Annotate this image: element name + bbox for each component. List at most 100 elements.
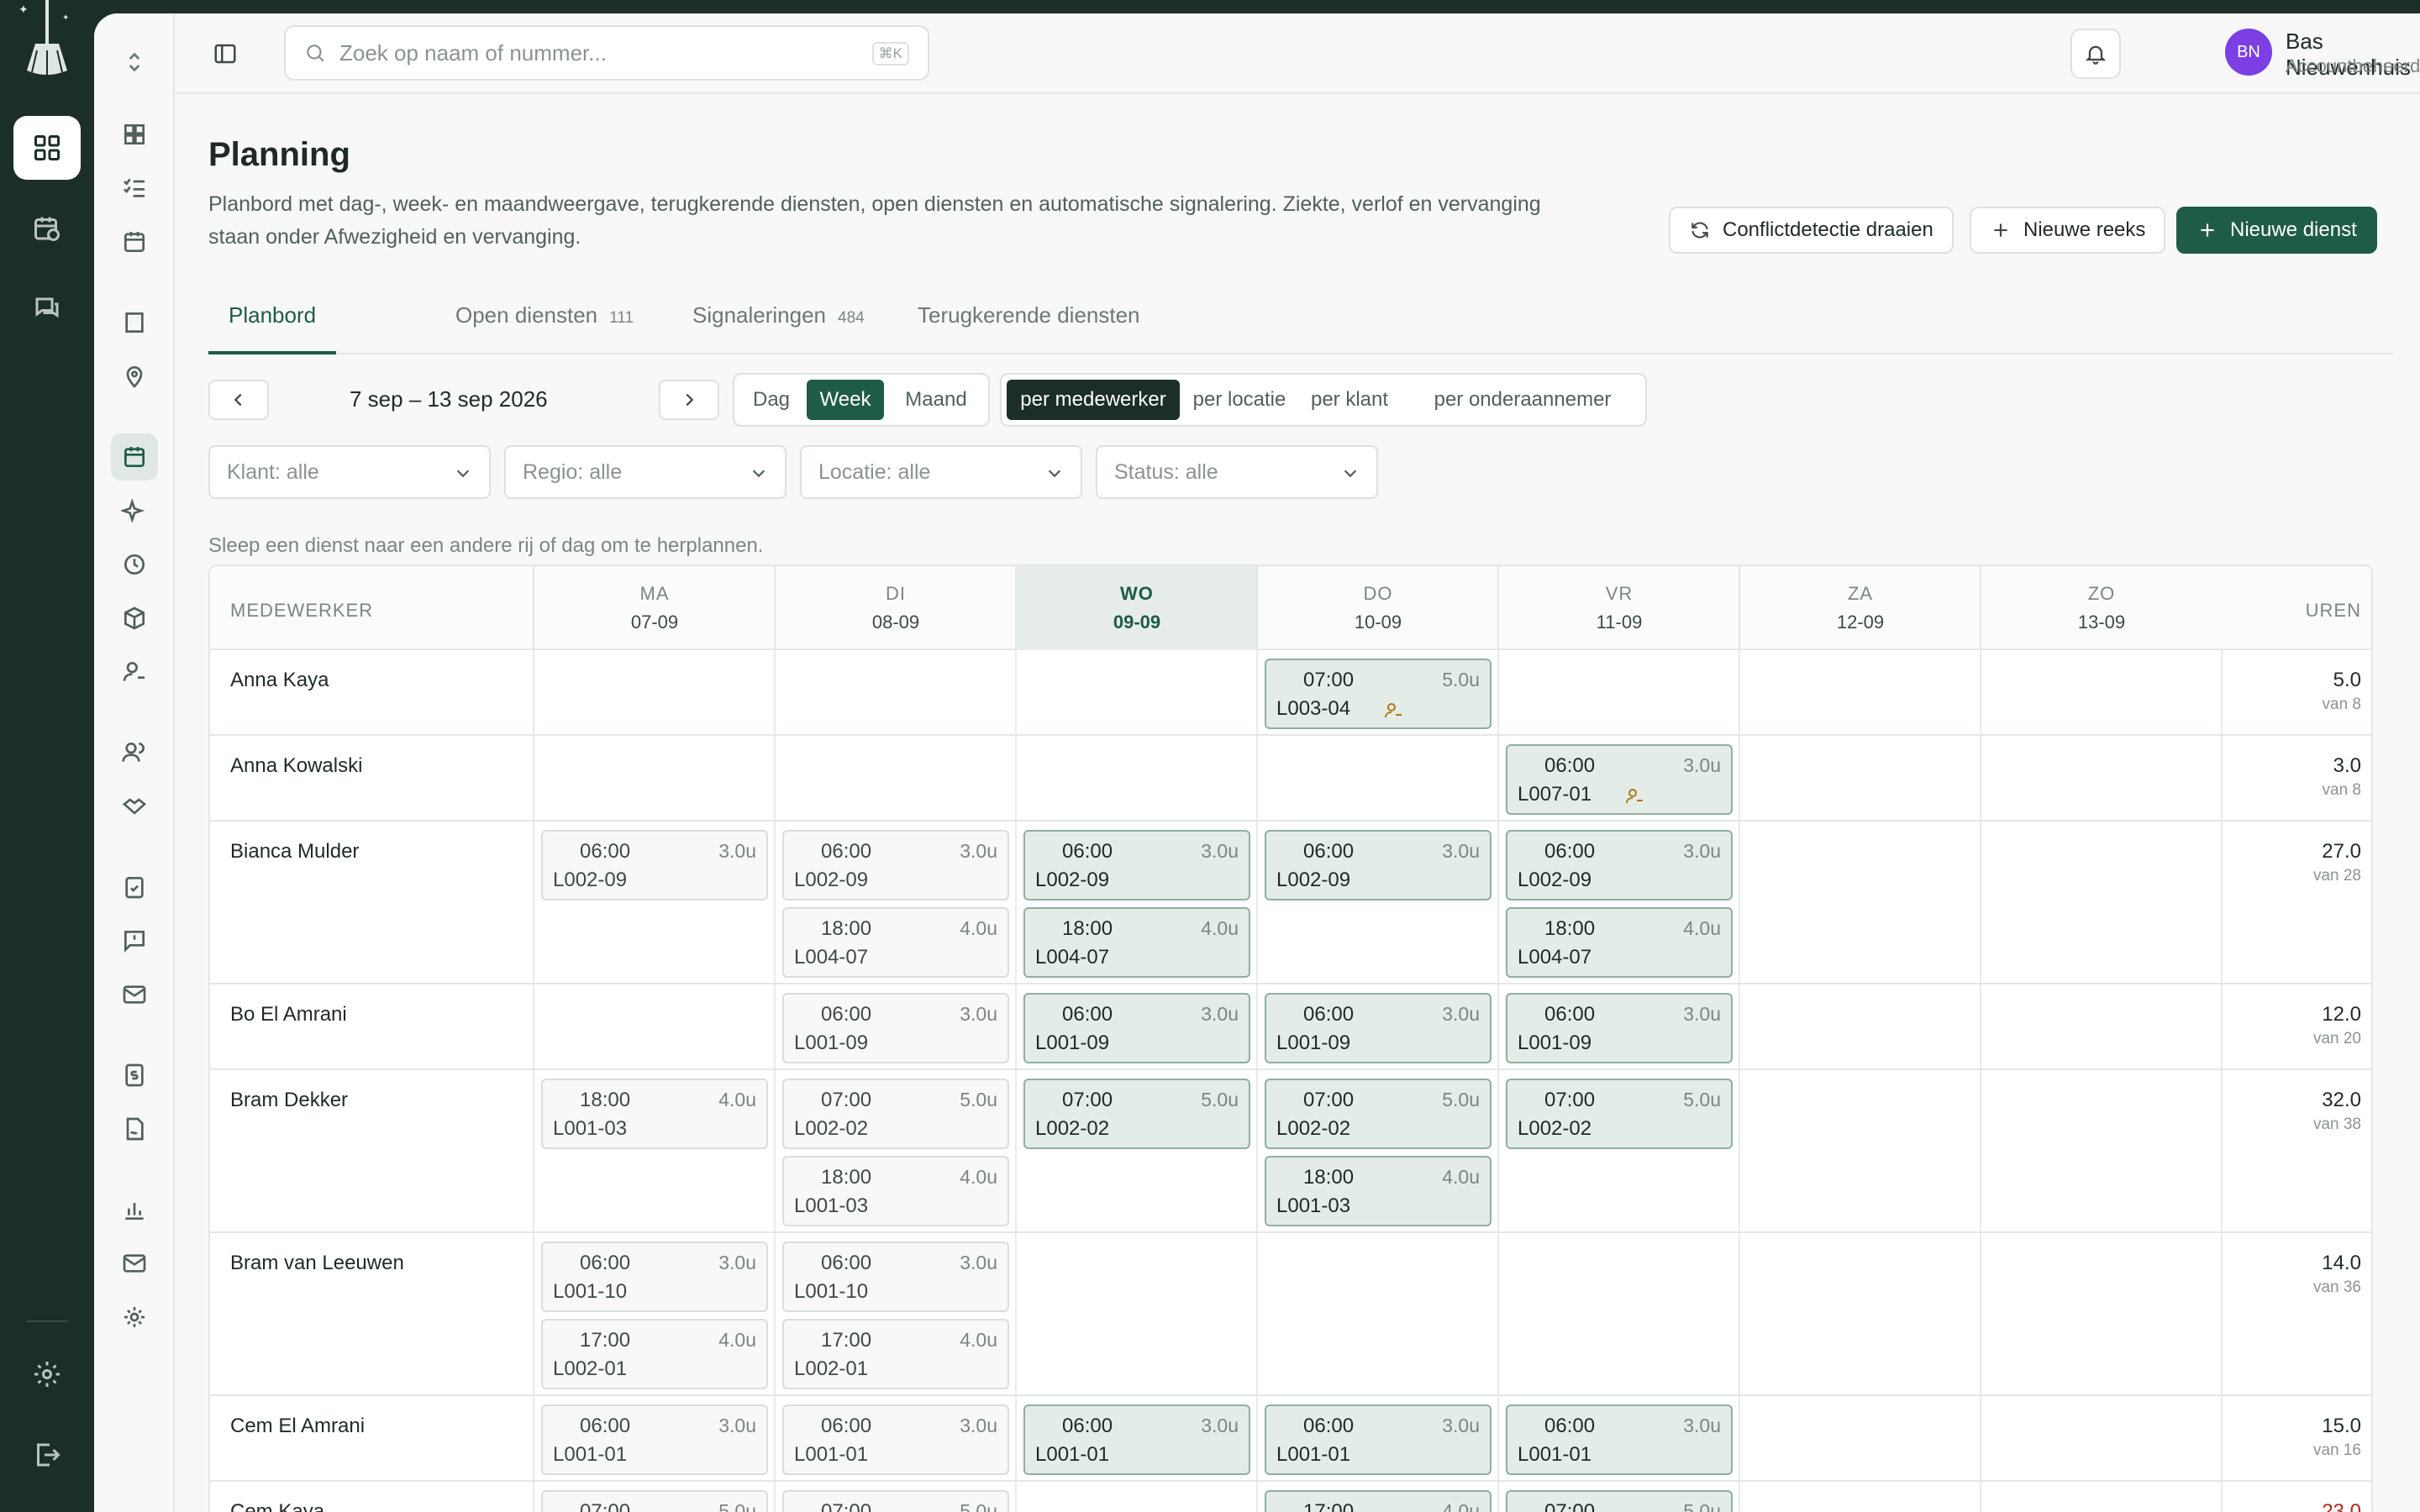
column-divider [1739,1482,1740,1512]
shift-block[interactable]: 06:00 3.0u L001-01 [541,1404,768,1475]
employee-name[interactable]: Cem El Amrani [230,1415,365,1438]
shift-block[interactable]: 18:00 4.0u L001-03 [782,1156,1009,1226]
page-title: Planning [208,136,350,173]
shift-block[interactable]: 06:00 3.0u L001-01 [1265,1404,1491,1475]
employee-name[interactable]: Bianca Mulder [230,840,359,864]
new-shift-button[interactable]: Nieuwe dienst [2176,207,2377,254]
view-month[interactable]: Maand [889,380,983,420]
hours-contract: van 20 [2312,1030,2361,1047]
shift-block[interactable]: 06:00 3.0u L002-09 [1506,830,1733,900]
tab-planbord[interactable]: Planbord [208,302,337,354]
next-week-button[interactable] [659,380,719,420]
nav-mail[interactable] [111,1240,158,1287]
nav-contracts[interactable] [111,1105,158,1152]
tab-recurring[interactable]: Terugkerende diensten [918,302,1140,354]
rail-messages-button[interactable] [13,277,81,341]
filter-status[interactable]: Status: alle [1096,445,1378,499]
shift-block[interactable]: 07:00 5.0u L002-02 [1023,1079,1250,1149]
nav-planning[interactable] [111,433,158,480]
shift-block[interactable]: 18:00 4.0u L001-03 [541,1079,768,1149]
shift-block[interactable]: 17:00 4.0u [1265,1490,1491,1512]
view-day[interactable]: Dag [739,380,803,420]
rail-settings-button[interactable] [13,1342,81,1406]
expand-toggle[interactable] [111,39,158,86]
group-employee[interactable]: per medewerker [1007,380,1180,420]
shift-block[interactable]: 07:00 5.0u L002-02 [1265,1079,1491,1149]
day-name: MA [639,583,670,604]
shift-block[interactable]: 07:00 5.0u L002-02 [782,1079,1009,1149]
nav-supplies[interactable] [111,595,158,642]
employee-name[interactable]: Anna Kowalski [230,754,362,778]
shift-block[interactable]: 06:00 3.0u L001-01 [1023,1404,1250,1475]
shift-block[interactable]: 06:00 3.0u L001-01 [1506,1404,1733,1475]
shift-block[interactable]: 06:00 3.0u L001-10 [782,1242,1009,1312]
shift-block[interactable]: 07:00 5.0u [541,1490,768,1512]
shift-block[interactable]: 18:00 4.0u L004-07 [1506,907,1733,978]
shift-block[interactable]: 17:00 4.0u L002-01 [541,1319,768,1389]
employee-name[interactable]: Cem Kaya [230,1500,324,1512]
nav-absence[interactable] [111,648,158,696]
nav-buildings[interactable] [111,299,158,346]
shift-block[interactable]: 18:00 4.0u L004-07 [782,907,1009,978]
shift-block[interactable]: 06:00 3.0u L002-09 [782,830,1009,900]
filter-location[interactable]: Locatie: alle [800,445,1082,499]
employee-name[interactable]: Bo El Amrani [230,1003,347,1026]
shift-block[interactable]: 06:00 3.0u L001-09 [1265,993,1491,1063]
nav-checklists[interactable] [111,864,158,911]
nav-reports[interactable] [111,1186,158,1233]
rail-schedule-button[interactable] [13,197,81,260]
shift-block[interactable]: 07:00 5.0u [1506,1490,1733,1512]
employee-name[interactable]: Bram Dekker [230,1089,348,1112]
nav-employees[interactable] [111,729,158,776]
shift-block[interactable]: 06:00 3.0u L001-09 [1506,993,1733,1063]
shift-block[interactable]: 17:00 4.0u L002-01 [782,1319,1009,1389]
nav-tasks[interactable] [111,165,158,212]
nav-invoices[interactable] [111,1052,158,1099]
search-input[interactable]: Zoek op naam of nummer... ⌘K [284,25,929,81]
group-client[interactable]: per klant [1299,380,1400,420]
topbar: Zoek op naam of nummer... ⌘K BN Bas Nieu… [175,13,2420,94]
nav-calendar[interactable] [111,218,158,265]
shift-block[interactable]: 18:00 4.0u L004-07 [1023,907,1250,978]
shift-block[interactable]: 06:00 3.0u L001-09 [1023,993,1250,1063]
shift-block[interactable]: 06:00 3.0u L001-09 [782,993,1009,1063]
shift-block[interactable]: 06:00 3.0u L002-09 [1023,830,1250,900]
shift-block[interactable]: 06:00 3.0u L007-01 [1506,744,1733,815]
employee-name[interactable]: Bram van Leeuwen [230,1252,404,1275]
nav-settings[interactable] [111,1294,158,1341]
shift-block[interactable]: 06:00 3.0u L001-10 [541,1242,768,1312]
filter-client[interactable]: Klant: alle [208,445,491,499]
column-divider [1256,984,1258,1068]
prev-week-button[interactable] [208,380,269,420]
notifications-button[interactable] [2070,29,2121,79]
employee-name[interactable]: Anna Kaya [230,669,329,692]
group-subcontractor[interactable]: per onderaannemer [1405,380,1640,420]
new-series-button[interactable]: Nieuwe reeks [1970,207,2166,254]
avatar[interactable]: BN [2225,29,2272,76]
shift-block[interactable]: 07:00 5.0u [782,1490,1009,1512]
shift-block[interactable]: 06:00 3.0u L001-01 [782,1404,1009,1475]
sidebar-toggle-button[interactable] [208,37,242,71]
shift-block[interactable]: 18:00 4.0u L001-03 [1265,1156,1491,1226]
rail-logout-button[interactable] [13,1423,81,1487]
nav-dashboard[interactable] [111,111,158,158]
tab-open-shifts[interactable]: Open diensten 111 [455,302,634,354]
tab-signals[interactable]: Signaleringen 484 [692,302,865,354]
shift-block[interactable]: 07:00 5.0u L003-04 [1265,659,1491,729]
day-column-header: DO 10-09 [1256,566,1498,650]
column-divider [774,736,776,820]
nav-signals[interactable] [111,487,158,534]
filter-region[interactable]: Regio: alle [504,445,786,499]
nav-hours[interactable] [111,541,158,588]
nav-complaints[interactable] [111,917,158,964]
shift-block[interactable]: 07:00 5.0u L002-02 [1506,1079,1733,1149]
shift-block[interactable]: 06:00 3.0u L002-09 [541,830,768,900]
nav-partners[interactable] [111,783,158,830]
shift-block[interactable]: 06:00 3.0u L002-09 [1265,830,1491,900]
nav-mail-check[interactable] [111,971,158,1018]
run-conflict-detection-button[interactable]: Conflictdetectie draaien [1669,207,1954,254]
view-week[interactable]: Week [807,380,884,420]
rail-dashboard-button[interactable] [13,116,81,180]
nav-locations[interactable] [111,353,158,400]
group-location[interactable]: per locatie [1185,380,1294,420]
